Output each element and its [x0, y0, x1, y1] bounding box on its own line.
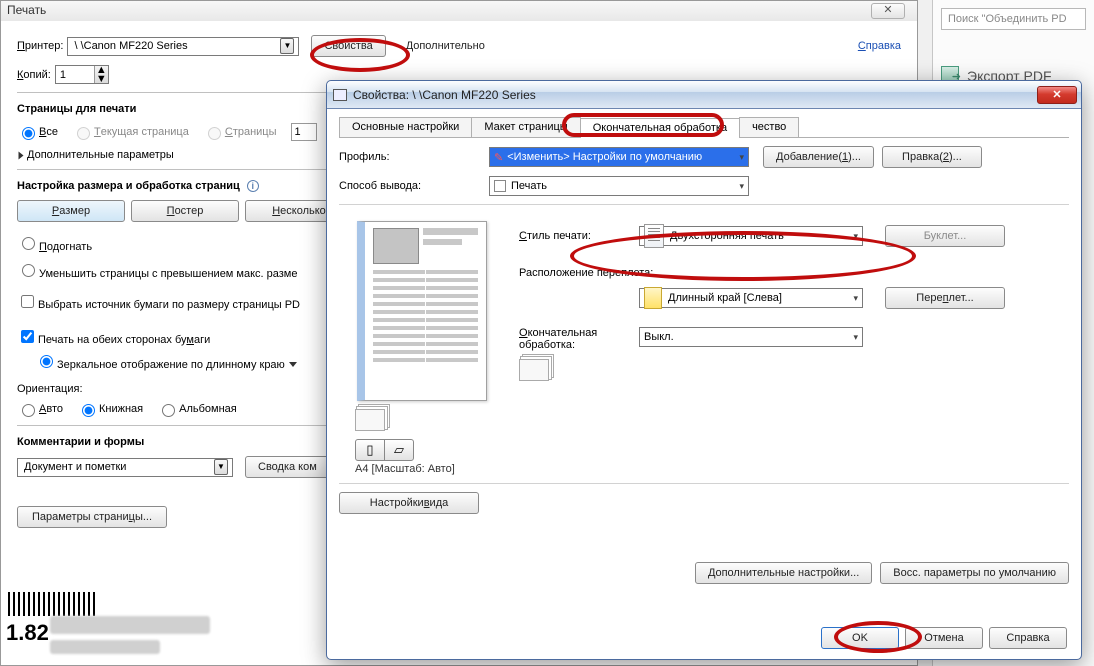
ok-button[interactable]: OK: [821, 627, 899, 649]
info-icon[interactable]: i: [247, 180, 259, 192]
chevron-down-icon[interactable]: ▾: [853, 332, 858, 343]
tab-quality[interactable]: чество: [739, 117, 799, 137]
printer-combo[interactable]: \ \Canon MF220 Series ▼: [67, 37, 299, 56]
finish-stack-icon: [519, 359, 549, 381]
dialog-title: Свойства: \ \Canon MF220 Series: [353, 88, 1037, 102]
titlebar[interactable]: Свойства: \ \Canon MF220 Series ✕: [327, 81, 1081, 109]
preview-panel: ▯ ▱ A4 [Масштаб: Авто]: [339, 213, 509, 475]
view-toggle-2[interactable]: ▱: [384, 439, 414, 461]
output-combo[interactable]: Печать ▾: [489, 176, 749, 196]
chevron-down-icon[interactable]: ▾: [853, 231, 858, 242]
view-toggle-1[interactable]: ▯: [355, 439, 385, 461]
triangle-right-icon: [19, 151, 24, 159]
printer-icon: [333, 89, 347, 101]
spin-down-icon[interactable]: ▼: [95, 75, 108, 84]
blurred-region: [50, 616, 210, 634]
tab-finishing[interactable]: Окончательная обработка: [580, 118, 740, 138]
add-profile-button[interactable]: Добавление(1)...Добавление(1)...: [763, 146, 874, 168]
help-link[interactable]: СправкаСправка: [858, 40, 901, 52]
tab-basic[interactable]: Основные настройки: [339, 117, 472, 137]
comments-combo[interactable]: Документ и пометки ▼: [17, 458, 233, 477]
view-settings-button[interactable]: Настройки видаНастройки вида: [339, 492, 479, 514]
advanced-button[interactable]: Дополнительно Дополнительно: [394, 35, 497, 57]
binding-combo[interactable]: Длинный край [Слева] ▾: [639, 288, 863, 308]
cancel-button[interactable]: Отмена: [905, 627, 983, 649]
binding-label: Расположение переплета:: [519, 267, 1069, 279]
blurred-region: [50, 640, 160, 654]
radio-pages[interactable]: СтраницыСтраницы: [203, 124, 277, 140]
tab-layout[interactable]: Макет страницы: [471, 117, 580, 137]
print-dialog-title: Печать: [1, 1, 917, 21]
close-icon[interactable]: ✕: [871, 3, 905, 19]
binding-button[interactable]: Переплет...Переплет...: [885, 287, 1005, 309]
chevron-down-icon: [289, 362, 297, 367]
orient-portrait[interactable]: КнижнаяКнижная: [77, 401, 143, 417]
print-icon: [494, 180, 506, 192]
chevron-down-icon[interactable]: ▾: [739, 181, 744, 192]
copies-input[interactable]: [56, 66, 94, 83]
duplex-icon: [644, 224, 664, 248]
pages-range-input[interactable]: [291, 123, 317, 141]
orient-landscape[interactable]: АльбомнаяАльбомная: [157, 401, 237, 417]
page-preview: [357, 221, 487, 401]
search-input[interactable]: [941, 8, 1086, 30]
printer-properties-dialog: Свойства: \ \Canon MF220 Series ✕ Основн…: [326, 80, 1082, 660]
edit-profile-button[interactable]: Правка(2)...Правка(2)...: [882, 146, 982, 168]
barcode: [8, 592, 98, 616]
binding-edge-icon: [644, 287, 662, 309]
printer-label: ППринтер:ринтер:: [17, 40, 63, 52]
output-label: Способ вывода:: [339, 180, 489, 192]
extra-settings-button[interactable]: Дополнительные настройки...Дополнительны…: [695, 562, 872, 584]
profile-label: Профиль:: [339, 151, 489, 163]
profile-combo[interactable]: ✎ <Изменить> Настройки по умолчанию ▾: [489, 147, 749, 167]
summary-button[interactable]: Сводка ком: [245, 456, 330, 478]
help-button[interactable]: Справка: [989, 627, 1067, 649]
finishing-label: Окончательная обработка:Окончательная об…: [519, 327, 639, 351]
page-setup-button[interactable]: Параметры страницы...Параметры страницы.…: [17, 506, 167, 528]
chevron-down-icon[interactable]: ▾: [739, 152, 744, 163]
chevron-down-icon[interactable]: ▾: [853, 293, 858, 304]
print-style-combo[interactable]: Двухсторонняя печать ▾: [639, 226, 863, 246]
window-close-button[interactable]: ✕: [1037, 86, 1077, 104]
restore-defaults-button[interactable]: Восс. параметры по умолчанию: [880, 562, 1069, 584]
page-number: 1.82: [6, 620, 49, 646]
copies-label: Копий:Копий:: [17, 69, 51, 81]
chevron-down-icon[interactable]: ▼: [214, 459, 228, 475]
radio-all[interactable]: ВсеВсе: [17, 124, 58, 140]
orient-auto[interactable]: АвтоАвто: [17, 401, 63, 417]
properties-button[interactable]: Свойства: [311, 35, 385, 57]
booklet-button: Буклет...: [885, 225, 1005, 247]
radio-current[interactable]: Текущая страницаТекущая страница: [72, 124, 189, 140]
copies-spinner[interactable]: ▲▼: [55, 65, 109, 84]
finishing-combo[interactable]: Выкл. ▾: [639, 327, 863, 347]
tabs: Основные настройки Макет страницы Оконча…: [339, 117, 1069, 138]
preview-caption: A4 [Масштаб: Авто]: [355, 463, 509, 475]
pencil-icon: ✎: [494, 151, 503, 164]
print-style-label: Стиль печати:Стиль печати:: [519, 230, 639, 242]
size-button[interactable]: РазмерРазмер: [17, 200, 125, 222]
paper-stack-icon: [355, 409, 385, 431]
chevron-down-icon[interactable]: ▼: [280, 38, 294, 54]
poster-button[interactable]: ПостерПостер: [131, 200, 239, 222]
